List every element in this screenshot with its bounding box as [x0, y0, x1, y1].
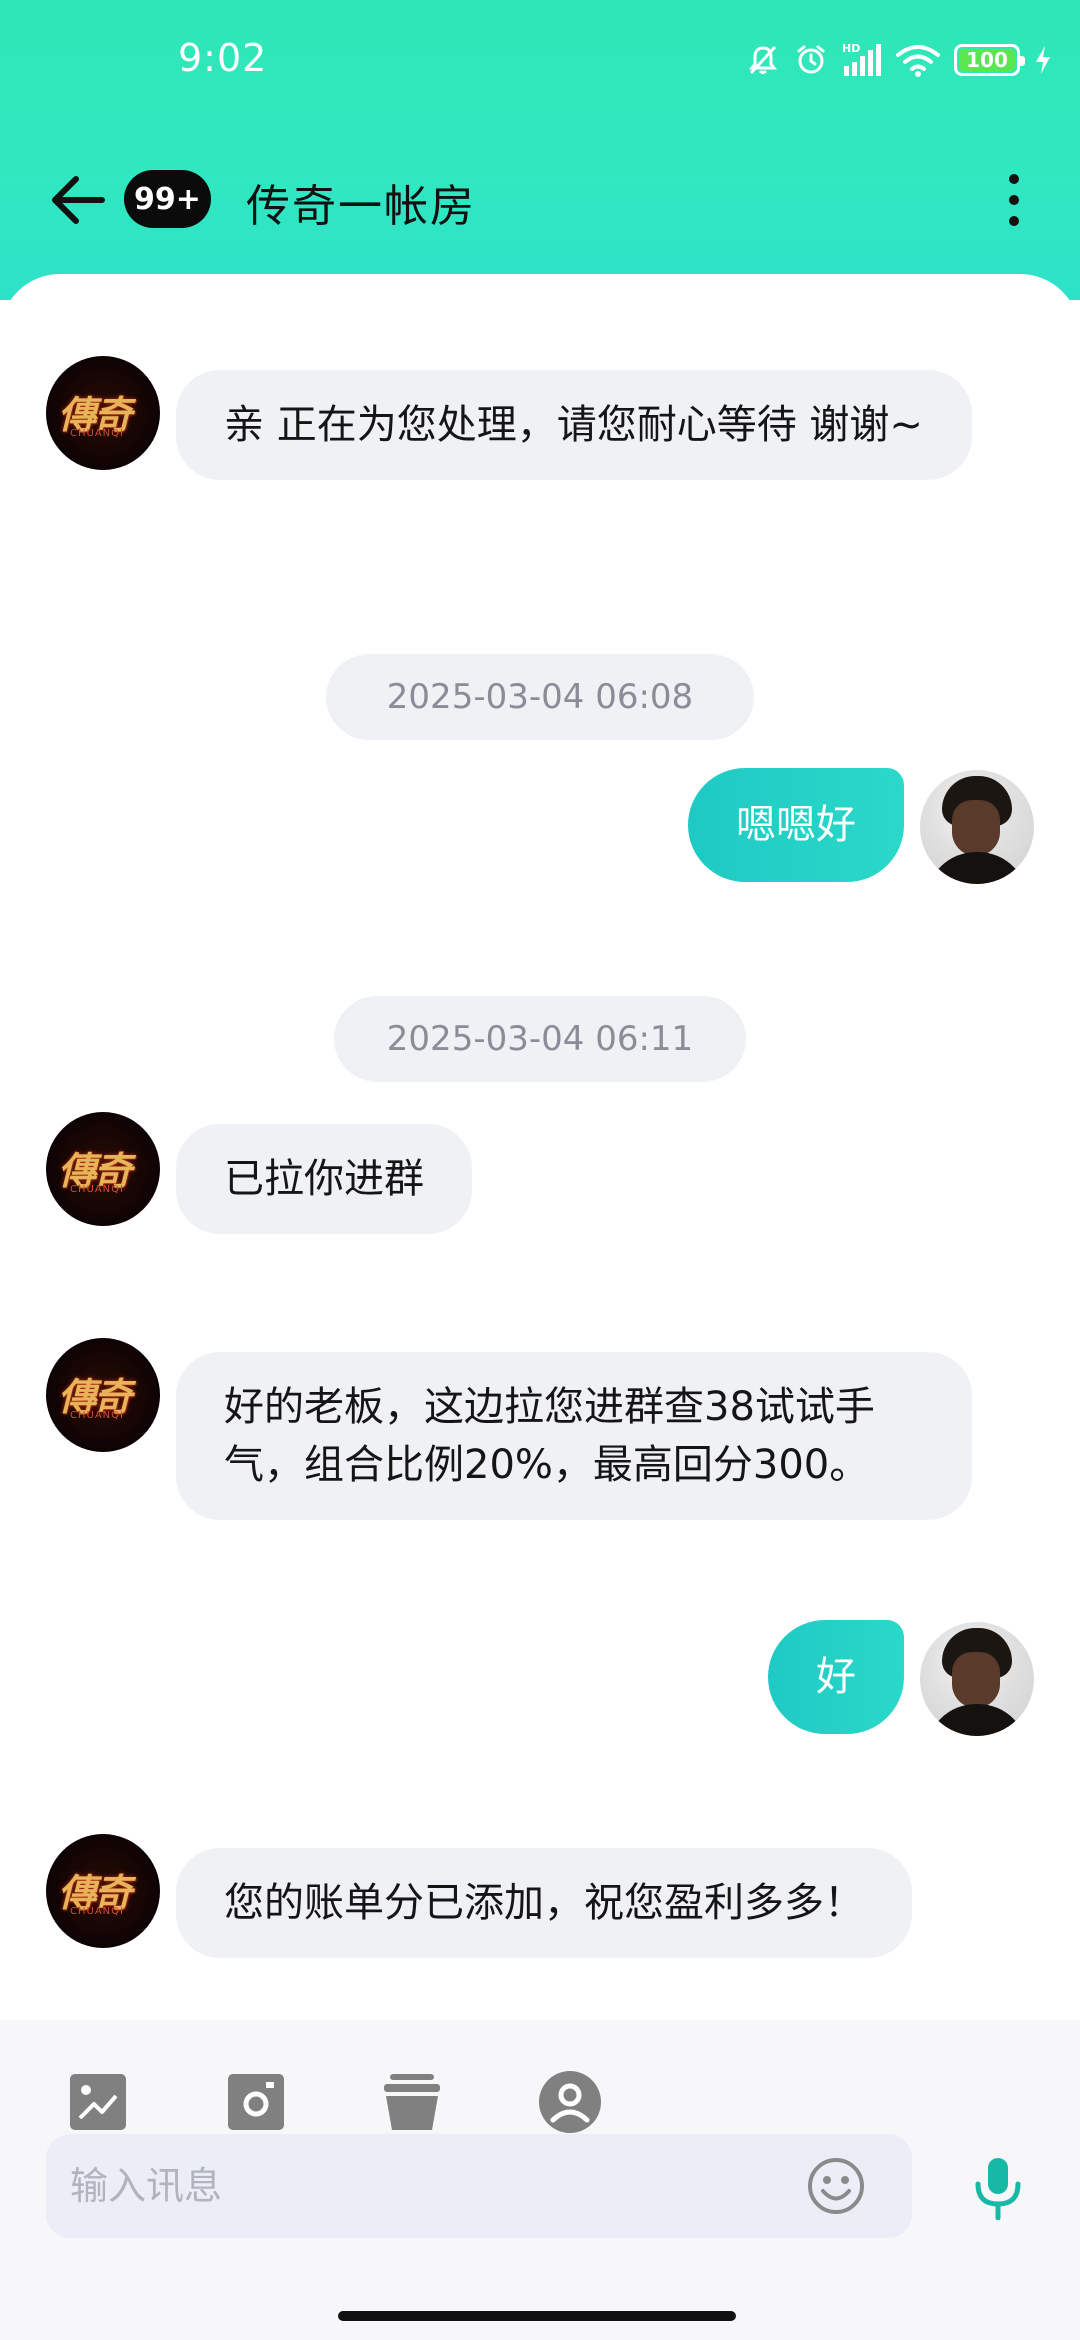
voice-input-button[interactable]	[968, 2156, 1028, 2221]
incoming-message[interactable]: 已拉你进群	[176, 1124, 472, 1234]
chat-title: 传奇一帐房	[246, 181, 476, 232]
more-vertical-icon	[1009, 174, 1019, 184]
status-bar: 9:02 HD 100	[0, 0, 1080, 120]
trash-icon	[384, 2074, 440, 2130]
more-dot	[1009, 216, 1019, 226]
contact-avatar[interactable]: 傳奇 CHUANQI	[46, 1112, 160, 1226]
contact-avatar[interactable]: 傳奇 CHUANQI	[46, 356, 160, 470]
contact-avatar[interactable]: 傳奇 CHUANQI	[46, 1338, 160, 1452]
file-button[interactable]	[380, 2070, 444, 2134]
back-button[interactable]	[46, 172, 110, 228]
more-dot	[1009, 195, 1019, 205]
message-text: 嗯嗯好	[736, 802, 856, 848]
timestamp-text: 2025-03-04 06:11	[386, 1019, 694, 1059]
avatar-logo-sub: CHUANQI	[70, 1906, 124, 1917]
outgoing-message[interactable]: 好	[768, 1620, 904, 1734]
incoming-message[interactable]: 好的老板，这边拉您进群查38试试手气，组合比例20%，最高回分300。	[176, 1352, 972, 1520]
image-icon	[70, 2074, 126, 2130]
user-avatar[interactable]	[920, 1622, 1034, 1736]
incoming-message[interactable]: 您的账单分已添加，祝您盈利多多！	[176, 1848, 912, 1958]
contact-avatar[interactable]: 傳奇 CHUANQI	[46, 1834, 160, 1948]
status-icons: HD 100	[746, 38, 1052, 82]
message-input[interactable]	[70, 2134, 810, 2238]
mute-vibrate-icon	[746, 43, 780, 77]
avatar-face	[952, 1652, 1000, 1708]
avatar-face	[952, 800, 1000, 856]
outgoing-message[interactable]: 嗯嗯好	[688, 768, 904, 882]
wifi-icon	[896, 43, 940, 77]
home-indicator[interactable]	[338, 2311, 736, 2321]
status-time: 9:02	[178, 36, 268, 80]
unread-count-badge[interactable]: 99+	[124, 170, 211, 228]
incoming-message[interactable]: 亲 正在为您处理，请您耐心等待 谢谢~	[176, 370, 972, 480]
user-avatar[interactable]	[920, 770, 1034, 884]
contact-icon	[539, 2071, 601, 2133]
avatar-body	[926, 852, 1028, 884]
avatar-logo-sub: CHUANQI	[70, 428, 124, 439]
image-button[interactable]	[66, 2070, 130, 2134]
arrow-left-icon	[52, 176, 105, 224]
signal-hd-label: HD	[842, 42, 860, 55]
message-input-box[interactable]	[46, 2134, 912, 2238]
camera-icon	[228, 2074, 284, 2130]
signal-hd-icon: HD	[842, 42, 882, 78]
avatar-logo-sub: CHUANQI	[70, 1184, 124, 1195]
timestamp-text: 2025-03-04 06:08	[386, 677, 694, 717]
message-list[interactable]: 傳奇 CHUANQI 亲 正在为您处理，请您耐心等待 谢谢~ 2025-03-0…	[0, 274, 1080, 2020]
emoji-button[interactable]	[806, 2156, 866, 2216]
avatar-logo-sub: CHUANQI	[70, 1410, 124, 1421]
battery-indicator: 100	[954, 44, 1025, 76]
message-text: 好	[816, 1654, 856, 1700]
message-text: 好的老板，这边拉您进群查38试试手气，组合比例20%，最高回分300。	[224, 1384, 875, 1488]
message-text: 您的账单分已添加，祝您盈利多多！	[224, 1880, 864, 1926]
composer-panel	[0, 2020, 1080, 2340]
message-text: 已拉你进群	[224, 1156, 424, 1202]
contact-card-button[interactable]	[538, 2070, 602, 2134]
timestamp: 2025-03-04 06:11	[334, 996, 746, 1082]
chat-header: 99+ 传奇一帐房	[0, 150, 1080, 250]
battery-level: 100	[966, 48, 1008, 72]
more-options-button[interactable]	[994, 170, 1034, 230]
avatar-body	[926, 1704, 1028, 1736]
message-text: 亲 正在为您处理，请您耐心等待 谢谢~	[224, 402, 923, 448]
alarm-icon	[794, 43, 828, 77]
charging-icon	[1034, 45, 1052, 75]
battery-tip	[1020, 56, 1025, 66]
timestamp: 2025-03-04 06:08	[326, 654, 754, 740]
microphone-icon	[975, 2158, 1021, 2221]
emoji-icon	[808, 2158, 864, 2214]
camera-button[interactable]	[224, 2070, 288, 2134]
